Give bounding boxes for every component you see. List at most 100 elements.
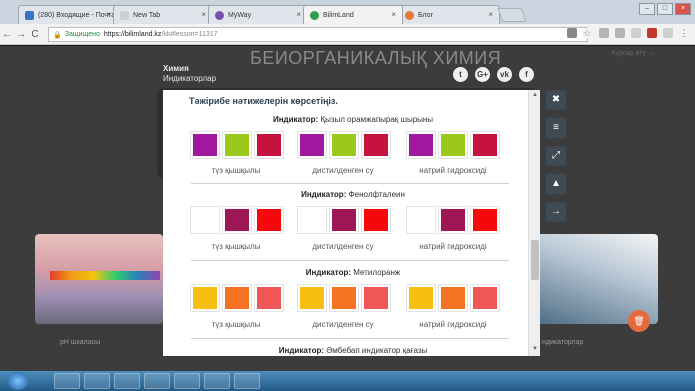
scroll-thumb[interactable] xyxy=(531,240,539,280)
new-tab-button[interactable] xyxy=(497,8,527,22)
folder-taskbar-icon[interactable] xyxy=(234,373,260,389)
color-swatch[interactable] xyxy=(438,206,468,234)
taskbar-app-icon[interactable] xyxy=(144,373,170,389)
color-swatch[interactable] xyxy=(406,206,436,234)
color-swatch[interactable] xyxy=(254,206,284,234)
trash-icon[interactable]: 🗑 xyxy=(628,310,650,332)
extension-icon[interactable] xyxy=(599,28,609,38)
reload-icon[interactable]: C xyxy=(28,29,42,40)
color-swatch[interactable] xyxy=(222,284,252,312)
color-swatch[interactable] xyxy=(361,131,391,159)
star-icon[interactable]: ☆ xyxy=(583,28,593,38)
close-icon[interactable]: × xyxy=(488,10,493,19)
menu-dots-icon[interactable]: ⋮ xyxy=(679,28,689,38)
warning-button[interactable]: ▲ xyxy=(546,174,566,194)
vk-icon[interactable]: vk xyxy=(497,67,512,82)
color-swatch[interactable] xyxy=(470,131,500,159)
browser-tab-blog[interactable]: Блог × xyxy=(398,5,500,24)
color-swatch[interactable] xyxy=(470,284,500,312)
translate-icon[interactable] xyxy=(567,28,577,38)
tab-label: BilimLand xyxy=(323,11,354,19)
next-button[interactable]: → xyxy=(546,202,566,222)
browser-tab-newtab[interactable]: New Tab × xyxy=(113,5,213,24)
indicator-name: Фенолфталеин xyxy=(348,190,405,199)
minimize-button[interactable]: – xyxy=(639,3,655,15)
color-swatch[interactable] xyxy=(297,131,327,159)
color-swatch[interactable] xyxy=(329,206,359,234)
color-swatch[interactable] xyxy=(361,284,391,312)
color-swatch[interactable] xyxy=(329,131,359,159)
close-icon[interactable]: × xyxy=(296,10,301,19)
extension-icon[interactable] xyxy=(615,28,625,38)
tab-label: (280) Входящие - Почта xyxy=(38,11,116,19)
color-swatch[interactable] xyxy=(222,206,252,234)
browser-tab-myway[interactable]: MyWay × xyxy=(208,5,308,24)
divider xyxy=(191,338,509,339)
expand-button[interactable]: ⤢ xyxy=(546,146,566,166)
indicator-label: Индикатор: Қызыл орамжапырақ шырыны xyxy=(183,115,523,124)
modal-scrollbar[interactable]: ▲ ▼ xyxy=(528,90,540,356)
extension-icon[interactable] xyxy=(631,28,641,38)
color-swatch[interactable] xyxy=(254,131,284,159)
browser-tab-bilimland[interactable]: BilimLand × xyxy=(303,5,403,24)
color-swatch[interactable] xyxy=(406,131,436,159)
color-swatch[interactable] xyxy=(329,284,359,312)
facebook-icon[interactable]: f xyxy=(519,67,534,82)
google-plus-icon[interactable]: G+ xyxy=(475,67,490,82)
course-link[interactable]: Курсқа өту → xyxy=(612,50,655,57)
tab-label: New Tab xyxy=(133,11,161,19)
indicator-prefix: Индикатор: xyxy=(301,190,347,199)
os-taskbar xyxy=(0,371,695,391)
chrome-taskbar-icon[interactable] xyxy=(204,373,230,389)
extension-icon[interactable] xyxy=(663,28,673,38)
tab-label: MyWay xyxy=(228,11,252,19)
url-input[interactable]: 🔒 Защищено https://bilimland.kz /kk#less… xyxy=(48,27,588,42)
twitter-icon[interactable]: t xyxy=(453,67,468,82)
color-swatch[interactable] xyxy=(297,206,327,234)
close-icon[interactable]: × xyxy=(391,10,396,19)
indicator-name: Әмбебап индикатор қағазы xyxy=(326,346,428,355)
taskbar-app-icon[interactable] xyxy=(54,373,80,389)
browser-tab-mail[interactable]: (280) Входящие - Почта × xyxy=(18,5,118,24)
card-label: ндикаторлар xyxy=(542,339,584,346)
modal-title: Тәжірибе нәтижелерін көрсетіңіз. xyxy=(189,96,338,106)
color-swatch[interactable] xyxy=(297,284,327,312)
back-arrow-icon[interactable]: ← xyxy=(0,29,14,40)
indicator-prefix: Индикатор: xyxy=(278,346,325,355)
color-swatch[interactable] xyxy=(190,131,220,159)
color-swatch[interactable] xyxy=(438,284,468,312)
page-icon xyxy=(120,10,129,20)
color-swatch[interactable] xyxy=(254,284,284,312)
scroll-down-icon[interactable]: ▼ xyxy=(531,346,539,354)
close-icon[interactable]: × xyxy=(106,10,111,19)
window-close-button[interactable]: × xyxy=(675,3,691,15)
indicator-label: Индикатор: Метилоранж xyxy=(183,268,523,277)
taskbar-app-icon[interactable] xyxy=(84,373,110,389)
color-swatch[interactable] xyxy=(406,284,436,312)
window-controls: – □ × xyxy=(639,3,691,15)
ph-rainbow-strip xyxy=(50,271,160,280)
taskbar-app-icon[interactable] xyxy=(114,373,140,389)
color-swatch[interactable] xyxy=(190,284,220,312)
extension-icon[interactable] xyxy=(647,28,657,38)
toolbar-icons: ☆ ⋮ xyxy=(567,28,689,38)
maximize-button[interactable]: □ xyxy=(657,3,673,15)
start-button[interactable] xyxy=(8,372,28,390)
scroll-up-icon[interactable]: ▲ xyxy=(531,92,539,100)
group-label: натрий гидроксиді xyxy=(419,242,487,251)
color-swatch[interactable] xyxy=(361,206,391,234)
taskbar-app-icon[interactable] xyxy=(174,373,200,389)
color-swatch[interactable] xyxy=(190,206,220,234)
forward-arrow-icon[interactable]: → xyxy=(14,29,28,40)
security-label: Защищено xyxy=(64,31,100,38)
group-label: дистилденген су xyxy=(312,320,374,329)
close-button[interactable]: ✖ xyxy=(546,90,566,110)
address-bar: ← → C 🔒 Защищено https://bilimland.kz /k… xyxy=(0,24,695,45)
menu-button[interactable]: ≡ xyxy=(546,118,566,138)
color-swatch[interactable] xyxy=(222,131,252,159)
url-host: https://bilimland.kz xyxy=(103,31,162,38)
close-icon[interactable]: × xyxy=(201,10,206,19)
divider xyxy=(191,183,509,184)
color-swatch[interactable] xyxy=(438,131,468,159)
color-swatch[interactable] xyxy=(470,206,500,234)
